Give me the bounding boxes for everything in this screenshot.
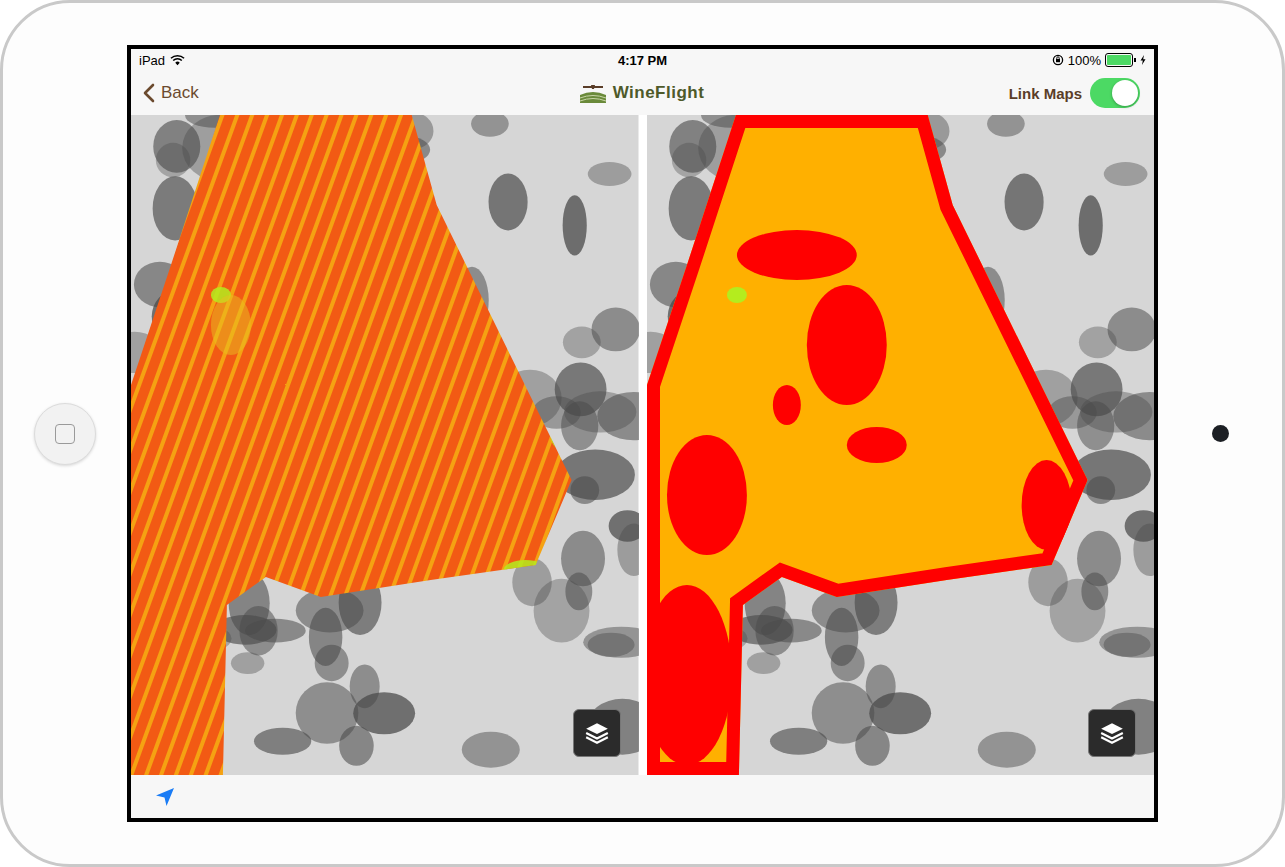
link-maps-control: Link Maps — [704, 78, 1140, 108]
app-logo: WineFlight — [579, 82, 705, 104]
location-arrow-icon[interactable] — [155, 787, 175, 807]
right-bezel — [1158, 3, 1282, 864]
wifi-icon — [170, 54, 185, 66]
app-title: WineFlight — [613, 83, 705, 103]
map-panel[interactable] — [131, 115, 639, 775]
nav-bar: Back WineFlight Link Maps — [131, 71, 1154, 115]
screen: iPad 4:17 PM 100% Back WineFlight Link Maps — [127, 45, 1158, 822]
toggle-knob — [1112, 80, 1138, 106]
map-split-view — [131, 115, 1154, 775]
vineyard-plane-logo-icon — [579, 82, 607, 104]
back-label: Back — [161, 83, 199, 103]
link-maps-label: Link Maps — [1009, 85, 1082, 102]
layers-icon — [1099, 720, 1125, 746]
link-maps-toggle[interactable] — [1090, 78, 1140, 108]
map-panel[interactable] — [647, 115, 1155, 775]
left-bezel — [3, 3, 127, 864]
aerial-map[interactable] — [131, 115, 639, 775]
camera-icon — [1212, 425, 1229, 442]
aerial-map[interactable] — [647, 115, 1155, 775]
chevron-left-icon — [143, 83, 155, 103]
charging-bolt-icon — [1140, 55, 1146, 65]
carrier-label: iPad — [139, 53, 165, 68]
battery-icon — [1105, 53, 1133, 67]
status-right: 100% — [667, 53, 1146, 68]
layers-icon — [584, 720, 610, 746]
ipad-frame: iPad 4:17 PM 100% Back WineFlight Link Maps — [0, 0, 1285, 867]
back-button[interactable]: Back — [143, 83, 579, 103]
battery-tip — [1134, 58, 1136, 62]
battery-percent: 100% — [1068, 53, 1101, 68]
rotation-lock-icon — [1052, 54, 1064, 66]
status-left: iPad — [139, 53, 618, 68]
battery-fill — [1107, 55, 1131, 65]
home-button[interactable] — [34, 403, 96, 465]
clock: 4:17 PM — [618, 53, 667, 68]
vigor-overlay — [131, 115, 572, 775]
layers-button[interactable] — [573, 709, 621, 757]
status-bar: iPad 4:17 PM 100% — [131, 49, 1154, 71]
layers-button[interactable] — [1088, 709, 1136, 757]
bottom-toolbar — [131, 775, 1154, 818]
home-square-icon — [55, 424, 75, 444]
